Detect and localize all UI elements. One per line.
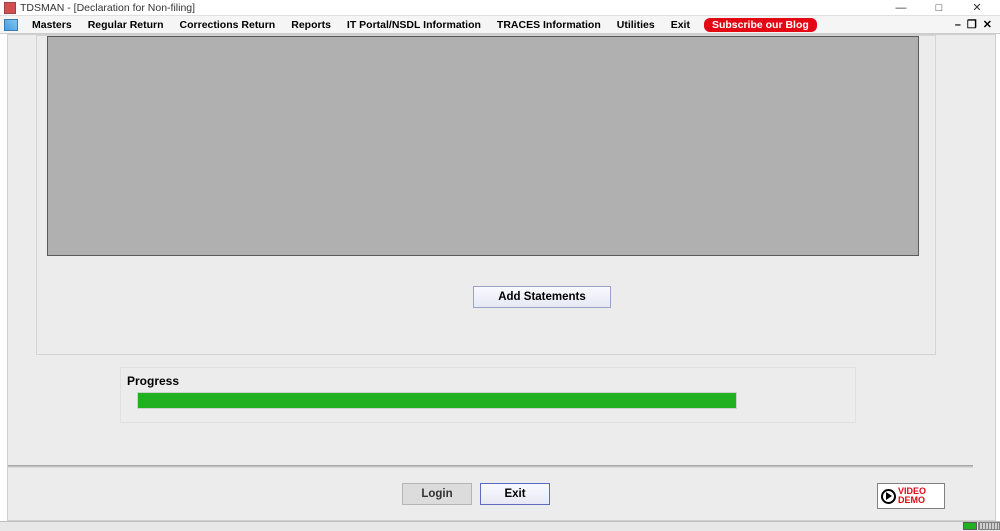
exit-button[interactable]: Exit: [480, 483, 550, 505]
status-green-icon: [963, 522, 977, 530]
menu-traces-info[interactable]: TRACES Information: [489, 17, 609, 33]
statusbar: [0, 521, 1000, 531]
mdi-controls: – ❐ ✕: [955, 18, 996, 31]
minimize-button[interactable]: —: [882, 1, 920, 15]
progress-bar-fill: [138, 393, 736, 408]
play-icon: [881, 489, 896, 504]
menu-utilities[interactable]: Utilities: [609, 17, 663, 33]
status-grip-icon: [978, 522, 1000, 530]
menubar: Masters Regular Return Corrections Retur…: [0, 16, 1000, 34]
menu-corrections-return[interactable]: Corrections Return: [172, 17, 284, 33]
menu-reports[interactable]: Reports: [283, 17, 339, 33]
login-button[interactable]: Login: [402, 483, 472, 505]
statements-panel: Add Statements: [36, 35, 936, 355]
menu-exit[interactable]: Exit: [663, 17, 698, 33]
menu-masters[interactable]: Masters: [24, 17, 80, 33]
menu-regular-return[interactable]: Regular Return: [80, 17, 172, 33]
mdi-restore-icon[interactable]: ❐: [967, 18, 977, 31]
bottom-row: Login Exit VIDEO DEMO: [8, 483, 973, 509]
progress-bar: [137, 392, 737, 409]
mdi-minimize-icon[interactable]: –: [955, 19, 961, 31]
menu-icon: [4, 19, 18, 31]
add-statements-button[interactable]: Add Statements: [473, 286, 611, 308]
separator-line: [8, 465, 973, 468]
window-title: TDSMAN - [Declaration for Non-filing]: [20, 2, 195, 14]
subscribe-blog-button[interactable]: Subscribe our Blog: [704, 18, 817, 32]
menu-it-portal-nsdl[interactable]: IT Portal/NSDL Information: [339, 17, 489, 33]
progress-label: Progress: [127, 374, 179, 388]
status-indicator: [963, 521, 1000, 531]
close-button[interactable]: ✕: [958, 1, 996, 15]
maximize-button[interactable]: □: [920, 1, 958, 15]
app-icon: [4, 2, 16, 14]
titlebar: TDSMAN - [Declaration for Non-filing] — …: [0, 0, 1000, 16]
video-demo-button[interactable]: VIDEO DEMO: [877, 483, 945, 509]
video-demo-label: VIDEO DEMO: [898, 487, 926, 505]
progress-panel: Progress: [120, 367, 856, 423]
statements-grid[interactable]: [47, 36, 919, 256]
mdi-client-area: Add Statements Progress Login Exit VIDEO…: [7, 34, 996, 521]
mdi-close-icon[interactable]: ✕: [983, 18, 992, 31]
